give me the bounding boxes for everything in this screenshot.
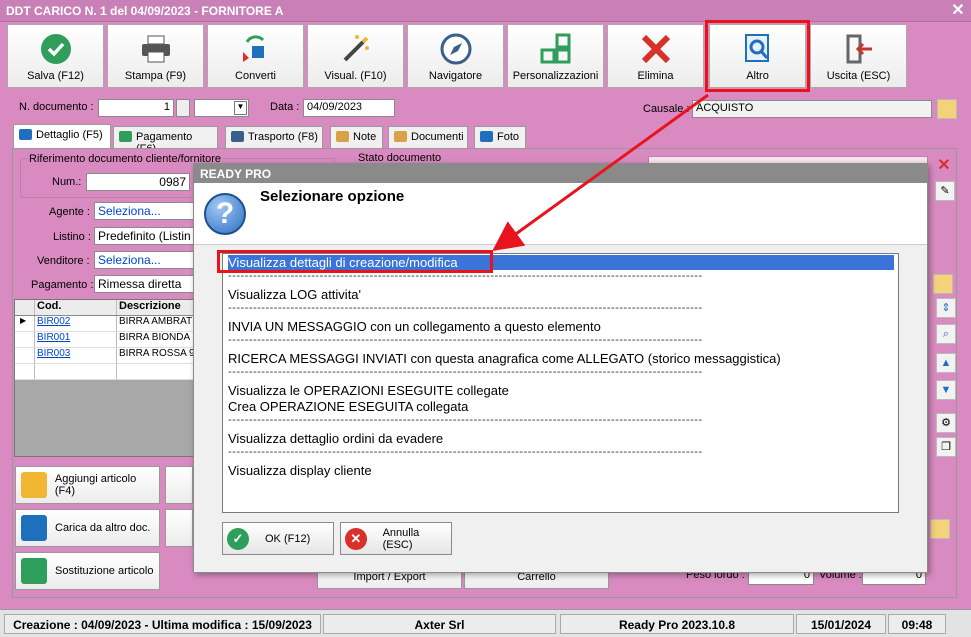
status-company: Axter Srl	[323, 614, 556, 634]
annotation-arrow	[492, 93, 709, 252]
status-bar: Creazione : 04/09/2023 - Ultima modifica…	[0, 609, 971, 637]
status-dates: Creazione : 04/09/2023 - Ultima modifica…	[4, 614, 321, 634]
status-version: Ready Pro 2023.10.8	[560, 614, 794, 634]
status-time: 09:48	[888, 614, 946, 634]
status-date: 15/01/2024	[796, 614, 886, 634]
